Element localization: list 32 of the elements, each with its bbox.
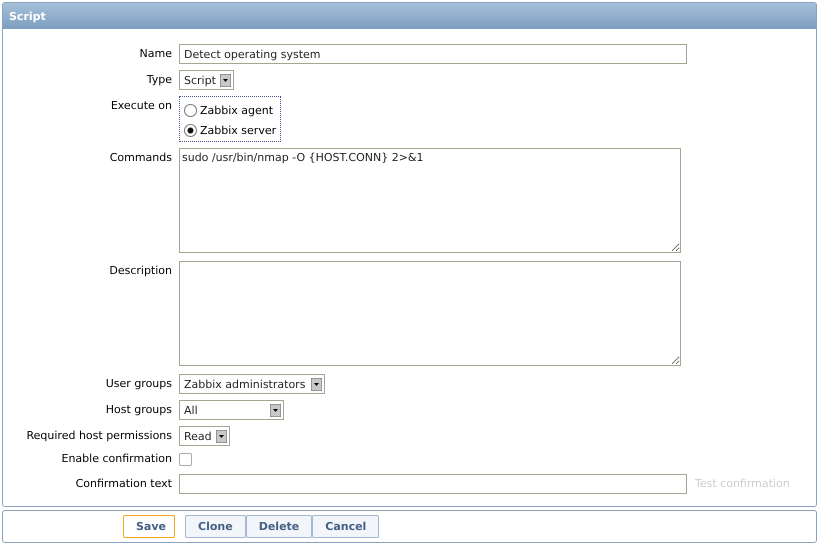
field-label: Enable confirmation bbox=[60, 452, 173, 466]
field-label: Description bbox=[108, 263, 173, 279]
radio-button[interactable] bbox=[184, 104, 197, 116]
caret-icon bbox=[270, 404, 281, 416]
caret-icon bbox=[220, 74, 231, 86]
radio-button[interactable] bbox=[184, 124, 197, 136]
field-label: Name bbox=[138, 46, 173, 62]
field-label: Required host permissions bbox=[26, 428, 173, 444]
form-button[interactable]: Save bbox=[123, 515, 175, 538]
checkbox[interactable] bbox=[179, 453, 192, 466]
radio-option[interactable]: Zabbix agent bbox=[184, 101, 276, 119]
form-button[interactable]: Delete bbox=[246, 515, 312, 538]
form-button[interactable]: Cancel bbox=[312, 515, 380, 538]
field-label: Commands bbox=[108, 150, 173, 166]
field-label: Type bbox=[146, 72, 173, 88]
text-area[interactable] bbox=[179, 261, 681, 366]
dropdown[interactable]: Read bbox=[179, 426, 230, 446]
radio-option[interactable]: Zabbix server bbox=[184, 121, 276, 139]
field-label: Confirmation text bbox=[74, 476, 173, 492]
panel-title: Script bbox=[9, 10, 46, 22]
text-area[interactable]: sudo /usr/bin/nmap -O {HOST.CONN} 2>&1 bbox=[179, 148, 681, 253]
input-field[interactable]: Detect operating system bbox=[179, 44, 687, 64]
dropdown[interactable]: Script bbox=[179, 70, 234, 90]
form-button[interactable]: Clone bbox=[185, 515, 246, 538]
dropdown[interactable]: Zabbix administrators bbox=[179, 374, 325, 394]
dropdown[interactable]: All bbox=[179, 400, 284, 420]
field-label: Execute on bbox=[110, 98, 173, 114]
field-label: User groups bbox=[104, 376, 173, 392]
caret-icon bbox=[216, 430, 227, 442]
caret-icon bbox=[311, 378, 322, 390]
input-field[interactable] bbox=[179, 474, 687, 494]
field-label: Host groups bbox=[104, 402, 173, 418]
